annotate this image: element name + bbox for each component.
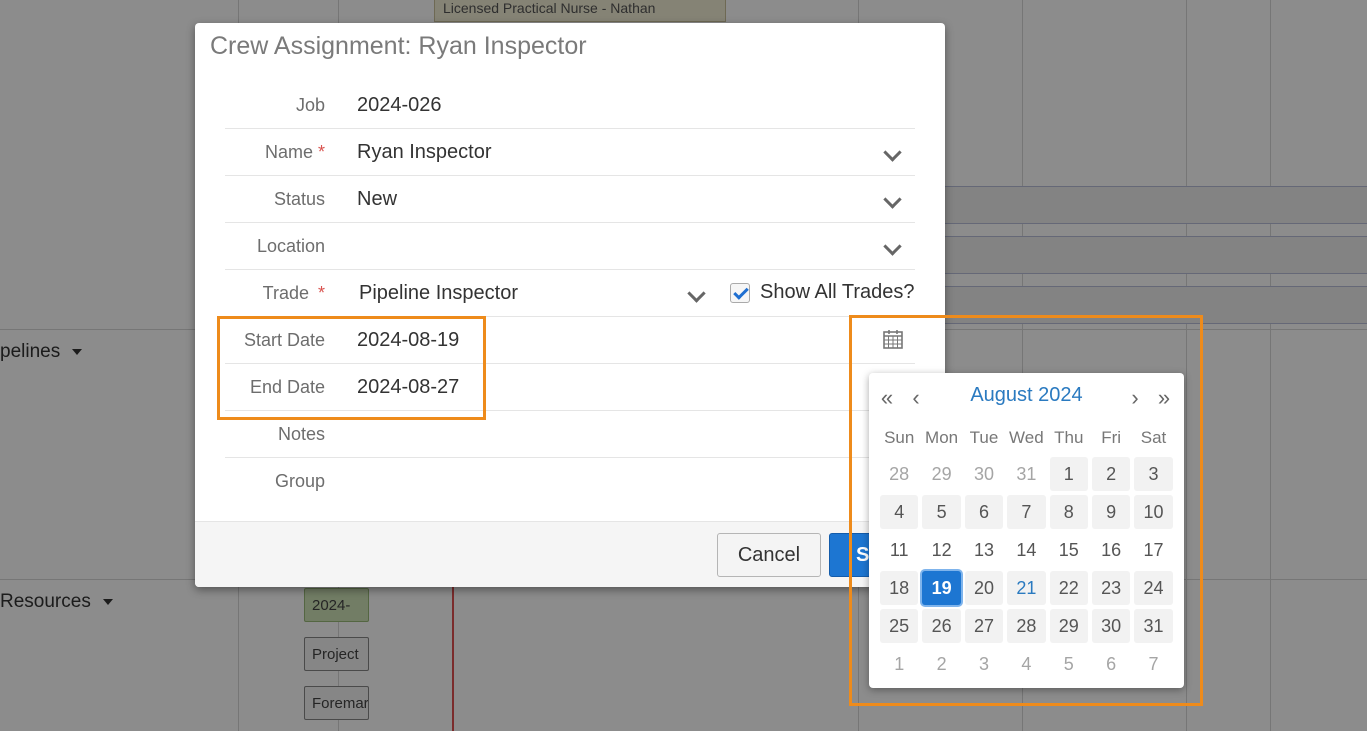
name-label: Name *	[265, 142, 325, 163]
day-cell[interactable]: 18	[880, 571, 919, 605]
show-all-trades-toggle[interactable]: Show All Trades?	[730, 281, 915, 304]
required-marker: *	[317, 283, 325, 303]
day-cell[interactable]: 2	[922, 647, 960, 681]
trade-label-text: Trade	[262, 283, 309, 303]
day-cell[interactable]: 28	[1007, 609, 1046, 643]
day-cell[interactable]: 16	[1092, 533, 1130, 567]
weekday-label: Sun	[884, 428, 915, 447]
trade-label: Trade *	[263, 283, 325, 304]
day-grid: 28 29 30 31 1 2 3 4 5 6 7 8 9 10 11 12 1…	[878, 455, 1175, 683]
cancel-button[interactable]: Cancel	[717, 533, 821, 577]
day-cell[interactable]: 4	[1007, 647, 1045, 681]
weekday-label: Fri	[1101, 428, 1122, 447]
weekday-label: Tue	[969, 428, 999, 447]
date-fields-highlight	[217, 316, 486, 420]
day-cell[interactable]: 15	[1050, 533, 1088, 567]
day-cell[interactable]: 2	[1091, 457, 1131, 491]
day-cell[interactable]: 4	[880, 495, 919, 529]
day-cell[interactable]: 22	[1049, 571, 1088, 605]
job-row: Job 2024-026	[225, 82, 915, 129]
status-label: Status	[273, 189, 325, 209]
modal-title: Crew Assignment: Ryan Inspector	[210, 32, 587, 60]
day-cell[interactable]: 5	[1050, 647, 1088, 681]
job-label: Job	[295, 95, 325, 115]
group-row[interactable]: Group	[225, 458, 915, 504]
status-row[interactable]: Status New	[225, 176, 915, 223]
weekday-label: Thu	[1054, 428, 1084, 447]
day-cell[interactable]: 6	[964, 495, 1004, 529]
location-label: Location	[256, 236, 325, 256]
day-cell[interactable]: 3	[965, 647, 1003, 681]
modal-footer: Cancel S	[195, 521, 945, 587]
show-all-trades-checkbox[interactable]	[730, 282, 750, 303]
day-cell[interactable]: 30	[965, 457, 1003, 491]
day-cell[interactable]: 7	[1007, 495, 1046, 529]
day-cell[interactable]: 28	[880, 457, 918, 491]
day-cell[interactable]: 14	[1007, 533, 1045, 567]
day-cell[interactable]: 1	[880, 647, 918, 681]
next-month-icon[interactable]: ›	[1125, 385, 1145, 411]
job-value: 2024-026	[357, 94, 442, 116]
day-cell[interactable]: 13	[965, 533, 1003, 567]
day-cell-selected[interactable]: 19	[922, 571, 961, 605]
name-row[interactable]: Name * Ryan Inspector	[225, 129, 915, 176]
day-cell[interactable]: 31	[1134, 609, 1173, 643]
day-cell[interactable]: 23	[1091, 571, 1131, 605]
weekday-label: Sat	[1140, 428, 1167, 447]
day-cell[interactable]: 3	[1134, 457, 1173, 491]
trade-row: Trade * Pipeline Inspector Show All Trade…	[225, 270, 915, 317]
day-cell[interactable]: 11	[880, 533, 918, 567]
day-cell[interactable]: 8	[1049, 495, 1088, 529]
required-marker: *	[317, 142, 325, 162]
day-cell[interactable]: 31	[1007, 457, 1045, 491]
group-label: Group	[274, 471, 325, 491]
crew-assignment-modal: Crew Assignment: Ryan Inspector Job 2024…	[195, 23, 945, 587]
location-row[interactable]: Location	[225, 223, 915, 270]
chevron-down-icon[interactable]	[883, 190, 902, 209]
day-cell[interactable]: 6	[1092, 647, 1130, 681]
day-cell[interactable]: 29	[1049, 609, 1088, 643]
day-cell[interactable]: 30	[1091, 609, 1131, 643]
weekday-label: Wed	[1009, 428, 1044, 447]
day-cell[interactable]: 12	[922, 533, 960, 567]
day-cell[interactable]: 20	[964, 571, 1004, 605]
name-select-value[interactable]: Ryan Inspector	[357, 141, 492, 164]
status-select-value[interactable]: New	[357, 188, 397, 211]
weekday-label: Mon	[925, 428, 959, 447]
day-cell[interactable]: 24	[1134, 571, 1173, 605]
chevron-down-icon[interactable]	[687, 284, 706, 303]
day-cell[interactable]: 10	[1134, 495, 1173, 529]
day-cell[interactable]: 5	[922, 495, 961, 529]
show-all-trades-label[interactable]: Show All Trades?	[760, 281, 915, 304]
trade-select-value[interactable]: Pipeline Inspector	[359, 282, 518, 305]
chevron-down-icon[interactable]	[883, 237, 902, 256]
day-cell[interactable]: 27	[964, 609, 1004, 643]
datepicker: « ‹ August 2024 › » Sun Mon Tue Wed Thu …	[869, 373, 1184, 688]
weekday-header: Sun Mon Tue Wed Thu Fri Sat	[878, 428, 1175, 448]
day-cell[interactable]: 1	[1049, 457, 1088, 491]
day-cell[interactable]: 29	[922, 457, 960, 491]
day-cell[interactable]: 17	[1134, 533, 1172, 567]
name-label-text: Name	[264, 142, 313, 162]
day-cell[interactable]: 26	[922, 609, 961, 643]
assignment-form: Job 2024-026 Name * Ryan Inspector Status…	[225, 82, 915, 504]
day-cell[interactable]: 25	[880, 609, 919, 643]
day-cell[interactable]: 9	[1091, 495, 1131, 529]
day-cell[interactable]: 7	[1134, 647, 1172, 681]
notes-label: Notes	[277, 424, 325, 444]
day-cell-today[interactable]: 21	[1007, 571, 1046, 605]
last-page-icon[interactable]: »	[1154, 385, 1174, 411]
chevron-down-icon[interactable]	[883, 143, 902, 162]
